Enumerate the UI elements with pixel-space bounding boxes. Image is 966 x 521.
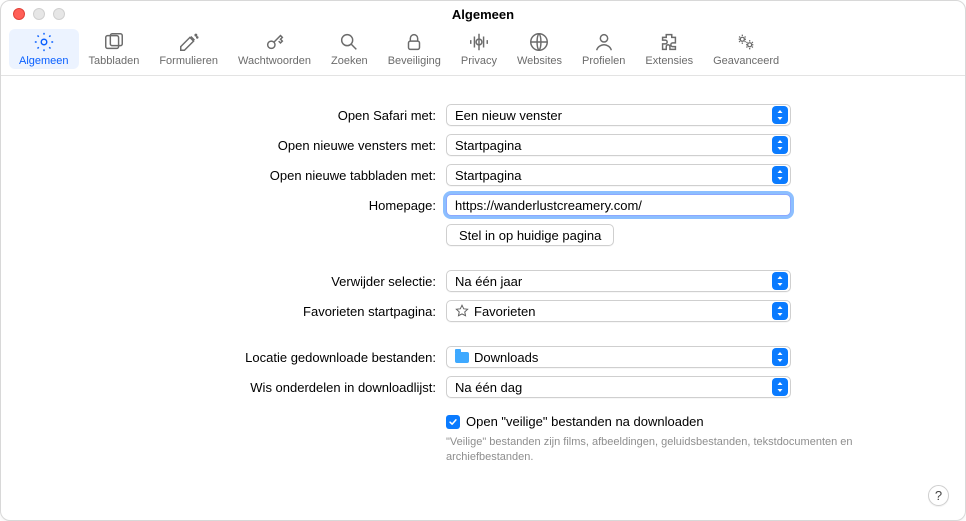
toolbar-tab-label: Tabbladen: [89, 55, 140, 67]
download-location-value: Downloads: [455, 350, 772, 365]
select-arrows-icon: [772, 166, 788, 184]
toolbar-tab-privacy[interactable]: Privacy: [451, 29, 507, 69]
toolbar-tab-security[interactable]: Beveiliging: [378, 29, 451, 69]
toolbar-tab-passwords[interactable]: Wachtwoorden: [228, 29, 321, 69]
new-windows-value: Startpagina: [455, 138, 772, 153]
homepage-input[interactable]: [446, 194, 791, 216]
remove-selection-label: Verwijder selectie:: [51, 274, 446, 289]
help-button[interactable]: ?: [928, 485, 949, 506]
preferences-toolbar: Algemeen Tabbladen Formulieren Wachtwoorden…: [1, 27, 965, 76]
download-location-label: Locatie gedownloade bestanden:: [51, 350, 446, 365]
download-location-select[interactable]: Downloads: [446, 346, 791, 368]
toolbar-tab-label: Zoeken: [331, 55, 368, 67]
toolbar-tab-label: Beveiliging: [388, 55, 441, 67]
new-tabs-value: Startpagina: [455, 168, 772, 183]
star-icon: [455, 304, 469, 318]
open-safe-files-help: "Veilige" bestanden zijn films, afbeeldi…: [446, 435, 866, 465]
homepage-label: Homepage:: [51, 198, 446, 213]
folder-icon: [455, 352, 469, 363]
clear-downloads-label: Wis onderdelen in downloadlijst:: [51, 380, 446, 395]
toolbar-tab-profiles[interactable]: Profielen: [572, 29, 635, 69]
favorites-home-value: Favorieten: [455, 304, 772, 319]
open-safari-value: Een nieuw venster: [455, 108, 772, 123]
select-arrows-icon: [772, 378, 788, 396]
passwords-icon: [264, 31, 286, 53]
toolbar-tab-autofill[interactable]: Formulieren: [149, 29, 228, 69]
window-title: Algemeen: [1, 7, 965, 22]
favorites-home-label: Favorieten startpagina:: [51, 304, 446, 319]
select-arrows-icon: [772, 348, 788, 366]
privacy-icon: [468, 31, 490, 53]
security-icon: [403, 31, 425, 53]
select-arrows-icon: [772, 302, 788, 320]
select-arrows-icon: [772, 106, 788, 124]
open-safe-files-checkbox-row[interactable]: Open "veilige" bestanden na downloaden: [446, 414, 791, 429]
preferences-window: Algemeen Algemeen Tabbladen Formulieren Wac…: [0, 0, 966, 521]
new-windows-select[interactable]: Startpagina: [446, 134, 791, 156]
advanced-icon: [735, 31, 757, 53]
websites-icon: [528, 31, 550, 53]
general-icon: [33, 31, 55, 53]
toolbar-tab-advanced[interactable]: Geavanceerd: [703, 29, 789, 69]
open-safari-select[interactable]: Een nieuw venster: [446, 104, 791, 126]
tabs-icon: [103, 31, 125, 53]
search-icon: [338, 31, 360, 53]
clear-downloads-value: Na één dag: [455, 380, 772, 395]
toolbar-tab-label: Wachtwoorden: [238, 55, 311, 67]
toolbar-tab-websites[interactable]: Websites: [507, 29, 572, 69]
clear-downloads-select[interactable]: Na één dag: [446, 376, 791, 398]
profiles-icon: [593, 31, 615, 53]
toolbar-tab-search[interactable]: Zoeken: [321, 29, 378, 69]
open-safe-files-label: Open "veilige" bestanden na downloaden: [466, 414, 704, 429]
set-homepage-button[interactable]: Stel in op huidige pagina: [446, 224, 614, 246]
extensions-icon: [658, 31, 680, 53]
select-arrows-icon: [772, 136, 788, 154]
toolbar-tab-label: Algemeen: [19, 55, 69, 67]
new-tabs-label: Open nieuwe tabbladen met:: [51, 168, 446, 183]
general-pane: Open Safari met: Een nieuw venster Open …: [1, 76, 965, 465]
toolbar-tab-label: Geavanceerd: [713, 55, 779, 67]
toolbar-tab-label: Profielen: [582, 55, 625, 67]
toolbar-tab-extensions[interactable]: Extensies: [635, 29, 703, 69]
favorites-home-select[interactable]: Favorieten: [446, 300, 791, 322]
remove-selection-select[interactable]: Na één jaar: [446, 270, 791, 292]
new-tabs-select[interactable]: Startpagina: [446, 164, 791, 186]
autofill-icon: [178, 31, 200, 53]
toolbar-tab-label: Websites: [517, 55, 562, 67]
toolbar-tab-label: Formulieren: [159, 55, 218, 67]
titlebar: Algemeen: [1, 1, 965, 27]
new-windows-label: Open nieuwe vensters met:: [51, 138, 446, 153]
toolbar-tab-label: Extensies: [645, 55, 693, 67]
select-arrows-icon: [772, 272, 788, 290]
toolbar-tab-label: Privacy: [461, 55, 497, 67]
toolbar-tab-tabs[interactable]: Tabbladen: [79, 29, 150, 69]
open-safari-label: Open Safari met:: [51, 108, 446, 123]
open-safe-files-checkbox[interactable]: [446, 415, 460, 429]
toolbar-tab-general[interactable]: Algemeen: [9, 29, 79, 69]
remove-selection-value: Na één jaar: [455, 274, 772, 289]
